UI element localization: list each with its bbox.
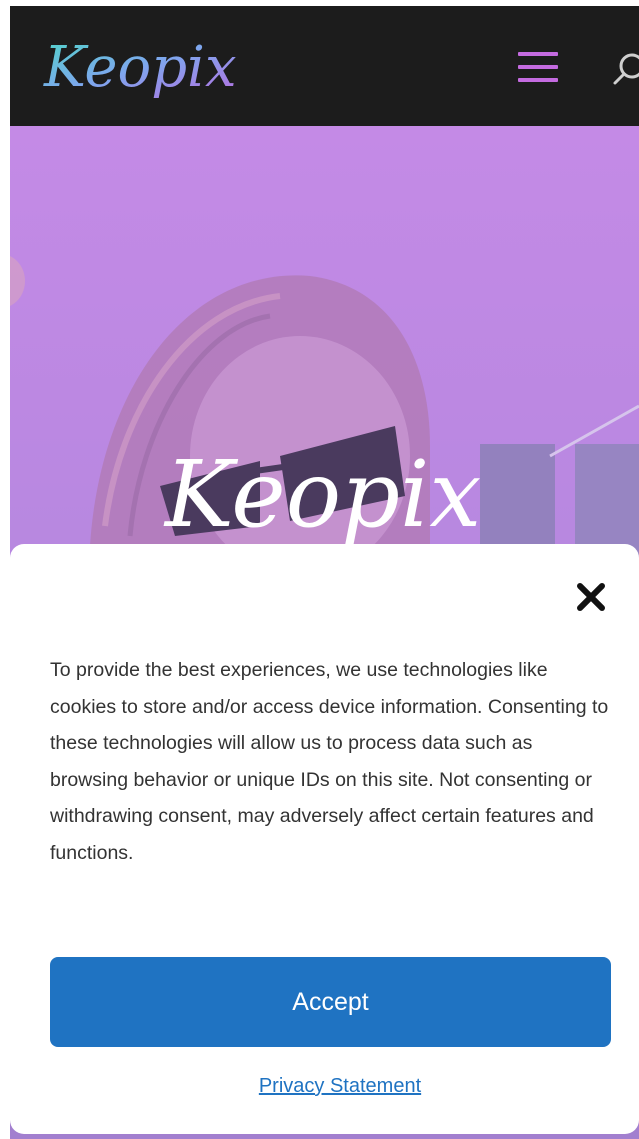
hero-logo-text: Keopix (163, 441, 481, 548)
search-icon[interactable] (612, 50, 639, 90)
consent-message: To provide the best experiences, we use … (50, 659, 609, 864)
privacy-statement-link[interactable]: Privacy Statement (10, 1075, 639, 1098)
cookie-consent-dialog: To provide the best experiences, we use … (10, 544, 639, 1134)
hamburger-menu-icon[interactable] (518, 52, 558, 82)
site-header: Keopix (10, 6, 639, 126)
accept-button[interactable]: Accept (50, 957, 611, 1047)
close-icon[interactable] (574, 580, 608, 614)
site-logo[interactable]: Keopix (34, 16, 244, 116)
logo-text: Keopix (43, 35, 237, 100)
